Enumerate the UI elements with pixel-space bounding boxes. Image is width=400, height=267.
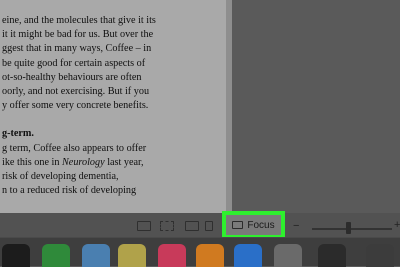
books-icon[interactable] <box>196 244 224 267</box>
doc-line: y offer some very concrete benefits. <box>2 100 149 112</box>
focus-label: Focus <box>247 219 275 231</box>
doc-line: ike this one in Neurology last year, <box>2 156 224 170</box>
background-pane <box>232 0 400 213</box>
status-bar <box>0 213 400 237</box>
doc-line: eine, and the molecules that give it its <box>2 15 156 26</box>
doc-line-part: last year, <box>104 156 144 168</box>
doc-heading: g-term. <box>2 128 34 140</box>
facetime-icon[interactable] <box>42 244 70 267</box>
outline-view-icon[interactable] <box>185 221 199 231</box>
doc-line: it it might be bad for us. But over the <box>2 29 154 41</box>
document-page[interactable]: eine, and the molecules that give it its… <box>0 0 226 213</box>
doc-line: g term, Coffee also appears to offer <box>2 142 147 154</box>
doc-line: ggest that in many ways, Coffee – in <box>2 43 152 55</box>
doc-line: be quite good for certain aspects of <box>2 57 146 69</box>
dock-app-1-icon[interactable] <box>2 244 30 267</box>
dock-app-10-icon[interactable] <box>366 244 394 267</box>
dock <box>0 237 400 267</box>
focus-button[interactable]: Focus <box>222 211 285 239</box>
photos-icon[interactable] <box>118 244 146 267</box>
journal-name: Neurology <box>62 156 105 168</box>
doc-line: risk of developing dementia, <box>2 170 119 182</box>
document-area: eine, and the molecules that give it its… <box>0 0 400 213</box>
doc-line-part: ike this one in <box>2 156 62 168</box>
doc-line: ot-so-healthy behaviours are often <box>2 71 142 83</box>
zoom-out-button[interactable]: − <box>293 220 299 232</box>
web-layout-view-icon[interactable] <box>160 221 174 231</box>
zoom-in-button[interactable]: + <box>394 219 400 231</box>
music-icon[interactable] <box>158 244 186 267</box>
dock-app-9-icon[interactable] <box>318 244 346 267</box>
doc-line: n to a reduced risk of developing <box>2 185 137 197</box>
print-layout-view-icon[interactable] <box>137 221 151 231</box>
maps-icon[interactable] <box>82 244 110 267</box>
focus-mode-icon <box>232 221 244 229</box>
doc-line: oorly, and not exercising. But if you <box>2 85 150 97</box>
zoom-slider-thumb[interactable] <box>346 222 351 234</box>
system-preferences-icon[interactable] <box>274 244 302 267</box>
zoom-slider-track[interactable] <box>312 228 392 230</box>
draft-view-icon[interactable] <box>205 221 213 231</box>
app-store-icon[interactable] <box>234 244 262 267</box>
document-text: eine, and the molecules that give it its… <box>2 14 224 198</box>
